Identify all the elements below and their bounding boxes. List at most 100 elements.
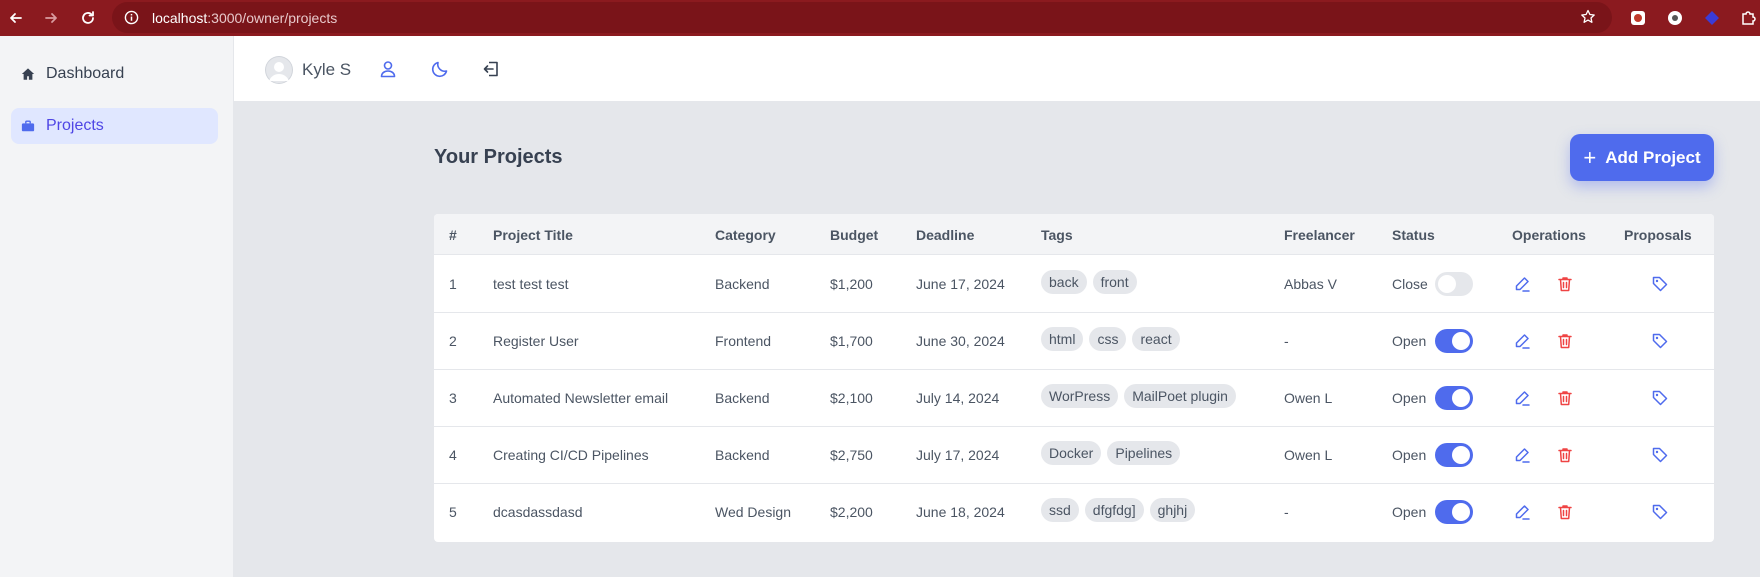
tag-chip: back (1041, 270, 1087, 294)
column-header-title: Project Title (493, 227, 573, 243)
column-header-operations: Operations (1512, 227, 1586, 243)
cell-number: 4 (449, 447, 457, 463)
cell-freelancer: Abbas V (1284, 276, 1337, 292)
user-name: Kyle S (302, 60, 352, 79)
status-toggle[interactable] (1435, 443, 1473, 467)
cell-deadline: June 17, 2024 (916, 276, 1005, 292)
projects-table: # Project Title Category Budget Deadline… (434, 214, 1714, 542)
toggle-knob (1452, 446, 1470, 464)
proposals-tag-icon[interactable] (1649, 501, 1671, 523)
back-arrow-icon[interactable] (4, 6, 28, 30)
logout-icon[interactable] (480, 58, 502, 80)
edit-pencil-icon[interactable] (1511, 330, 1533, 352)
toggle-knob (1452, 389, 1470, 407)
column-header-tags: Tags (1041, 227, 1073, 243)
cell-deadline: July 17, 2024 (916, 447, 1000, 463)
status-label: Open (1392, 504, 1427, 520)
url-path: :3000/owner/projects (207, 10, 338, 26)
cell-project-title: dcasdassdasd (493, 504, 583, 520)
cell-budget: $1,200 (830, 276, 873, 292)
cell-tags: html css react (1041, 327, 1180, 351)
table-row: 2 Register User Frontend $1,700 June 30, 202… (434, 313, 1714, 370)
briefcase-icon (21, 119, 35, 133)
cell-number: 2 (449, 333, 457, 349)
bookmark-star-icon[interactable] (1580, 9, 1596, 30)
site-info-icon[interactable] (124, 10, 139, 30)
proposals-tag-icon[interactable] (1649, 273, 1671, 295)
sidebar-item-label: Dashboard (46, 65, 125, 82)
add-project-label: Add Project (1605, 147, 1701, 167)
cell-freelancer: - (1284, 333, 1289, 349)
cell-number: 3 (449, 390, 457, 406)
cell-number: 5 (449, 504, 457, 520)
sidebar: Dashboard Projects (0, 36, 234, 577)
edit-pencil-icon[interactable] (1511, 387, 1533, 409)
column-header-budget: Budget (830, 227, 879, 243)
cell-deadline: July 14, 2024 (916, 390, 1000, 406)
cell-tags: Docker Pipelines (1041, 441, 1181, 465)
cell-freelancer: Owen L (1284, 390, 1333, 406)
proposals-tag-icon[interactable] (1649, 444, 1671, 466)
column-header-category: Category (715, 227, 776, 243)
home-icon (21, 67, 35, 81)
tag-chip: html (1041, 327, 1084, 351)
status-toggle[interactable] (1435, 500, 1473, 524)
browser-toolbar: localhost:3000/owner/projects (0, 0, 1760, 36)
column-header-status: Status (1392, 227, 1435, 243)
delete-trash-icon[interactable] (1554, 444, 1576, 466)
toggle-knob (1452, 503, 1470, 521)
page-title: Your Projects (434, 146, 563, 168)
user-icon[interactable] (377, 58, 399, 80)
reload-icon[interactable] (76, 6, 100, 30)
cell-deadline: June 30, 2024 (916, 333, 1005, 349)
forward-arrow-icon[interactable] (39, 6, 63, 30)
column-header-proposals: Proposals (1624, 227, 1692, 243)
status-toggle[interactable] (1435, 272, 1473, 296)
address-bar[interactable]: localhost:3000/owner/projects (112, 2, 1612, 33)
sidebar-item-dashboard[interactable]: Dashboard (11, 56, 218, 92)
table-row: 4 Creating CI/CD Pipelines Backend $2,750 Ju… (434, 427, 1714, 484)
delete-trash-icon[interactable] (1554, 330, 1576, 352)
add-project-button[interactable]: + Add Project (1570, 134, 1714, 181)
moon-icon[interactable] (429, 58, 451, 80)
cell-number: 1 (449, 276, 457, 292)
cell-freelancer: - (1284, 504, 1289, 520)
table-row: 3 Automated Newsletter email Backend $2,100… (434, 370, 1714, 427)
cell-project-title: Automated Newsletter email (493, 390, 669, 406)
tag-chip: dfgfdg] (1084, 498, 1144, 522)
sidebar-item-projects[interactable]: Projects (11, 108, 218, 144)
delete-trash-icon[interactable] (1554, 501, 1576, 523)
edit-pencil-icon[interactable] (1511, 444, 1533, 466)
extension-icon[interactable] (1665, 8, 1685, 28)
cell-category: Backend (715, 390, 770, 406)
extension-icon[interactable] (1628, 8, 1648, 28)
edit-pencil-icon[interactable] (1511, 273, 1533, 295)
cell-project-title: Register User (493, 333, 579, 349)
tag-chip: front (1092, 270, 1137, 294)
extension-icon[interactable] (1702, 8, 1722, 28)
cell-category: Wed Design (715, 504, 792, 520)
extensions-puzzle-icon[interactable] (1738, 8, 1758, 28)
proposals-tag-icon[interactable] (1649, 387, 1671, 409)
cell-project-title: Creating CI/CD Pipelines (493, 447, 649, 463)
status-toggle[interactable] (1435, 386, 1473, 410)
tag-chip: ghjhj (1149, 498, 1196, 522)
status-label: Open (1392, 333, 1427, 349)
plus-icon: + (1583, 144, 1597, 170)
status-label: Open (1392, 390, 1427, 406)
proposals-tag-icon[interactable] (1649, 330, 1671, 352)
status-label: Close (1392, 276, 1428, 292)
cell-freelancer: Owen L (1284, 447, 1333, 463)
cell-category: Backend (715, 447, 770, 463)
status-toggle[interactable] (1435, 329, 1473, 353)
edit-pencil-icon[interactable] (1511, 501, 1533, 523)
tag-chip: Docker (1041, 441, 1102, 465)
table-header: # Project Title Category Budget Deadline… (434, 214, 1714, 255)
tag-chip: Pipelines (1107, 441, 1181, 465)
cell-project-title: test test test (493, 276, 569, 292)
delete-trash-icon[interactable] (1554, 387, 1576, 409)
delete-trash-icon[interactable] (1554, 273, 1576, 295)
sidebar-item-label: Projects (46, 117, 104, 134)
avatar[interactable] (265, 56, 293, 84)
cell-deadline: June 18, 2024 (916, 504, 1005, 520)
